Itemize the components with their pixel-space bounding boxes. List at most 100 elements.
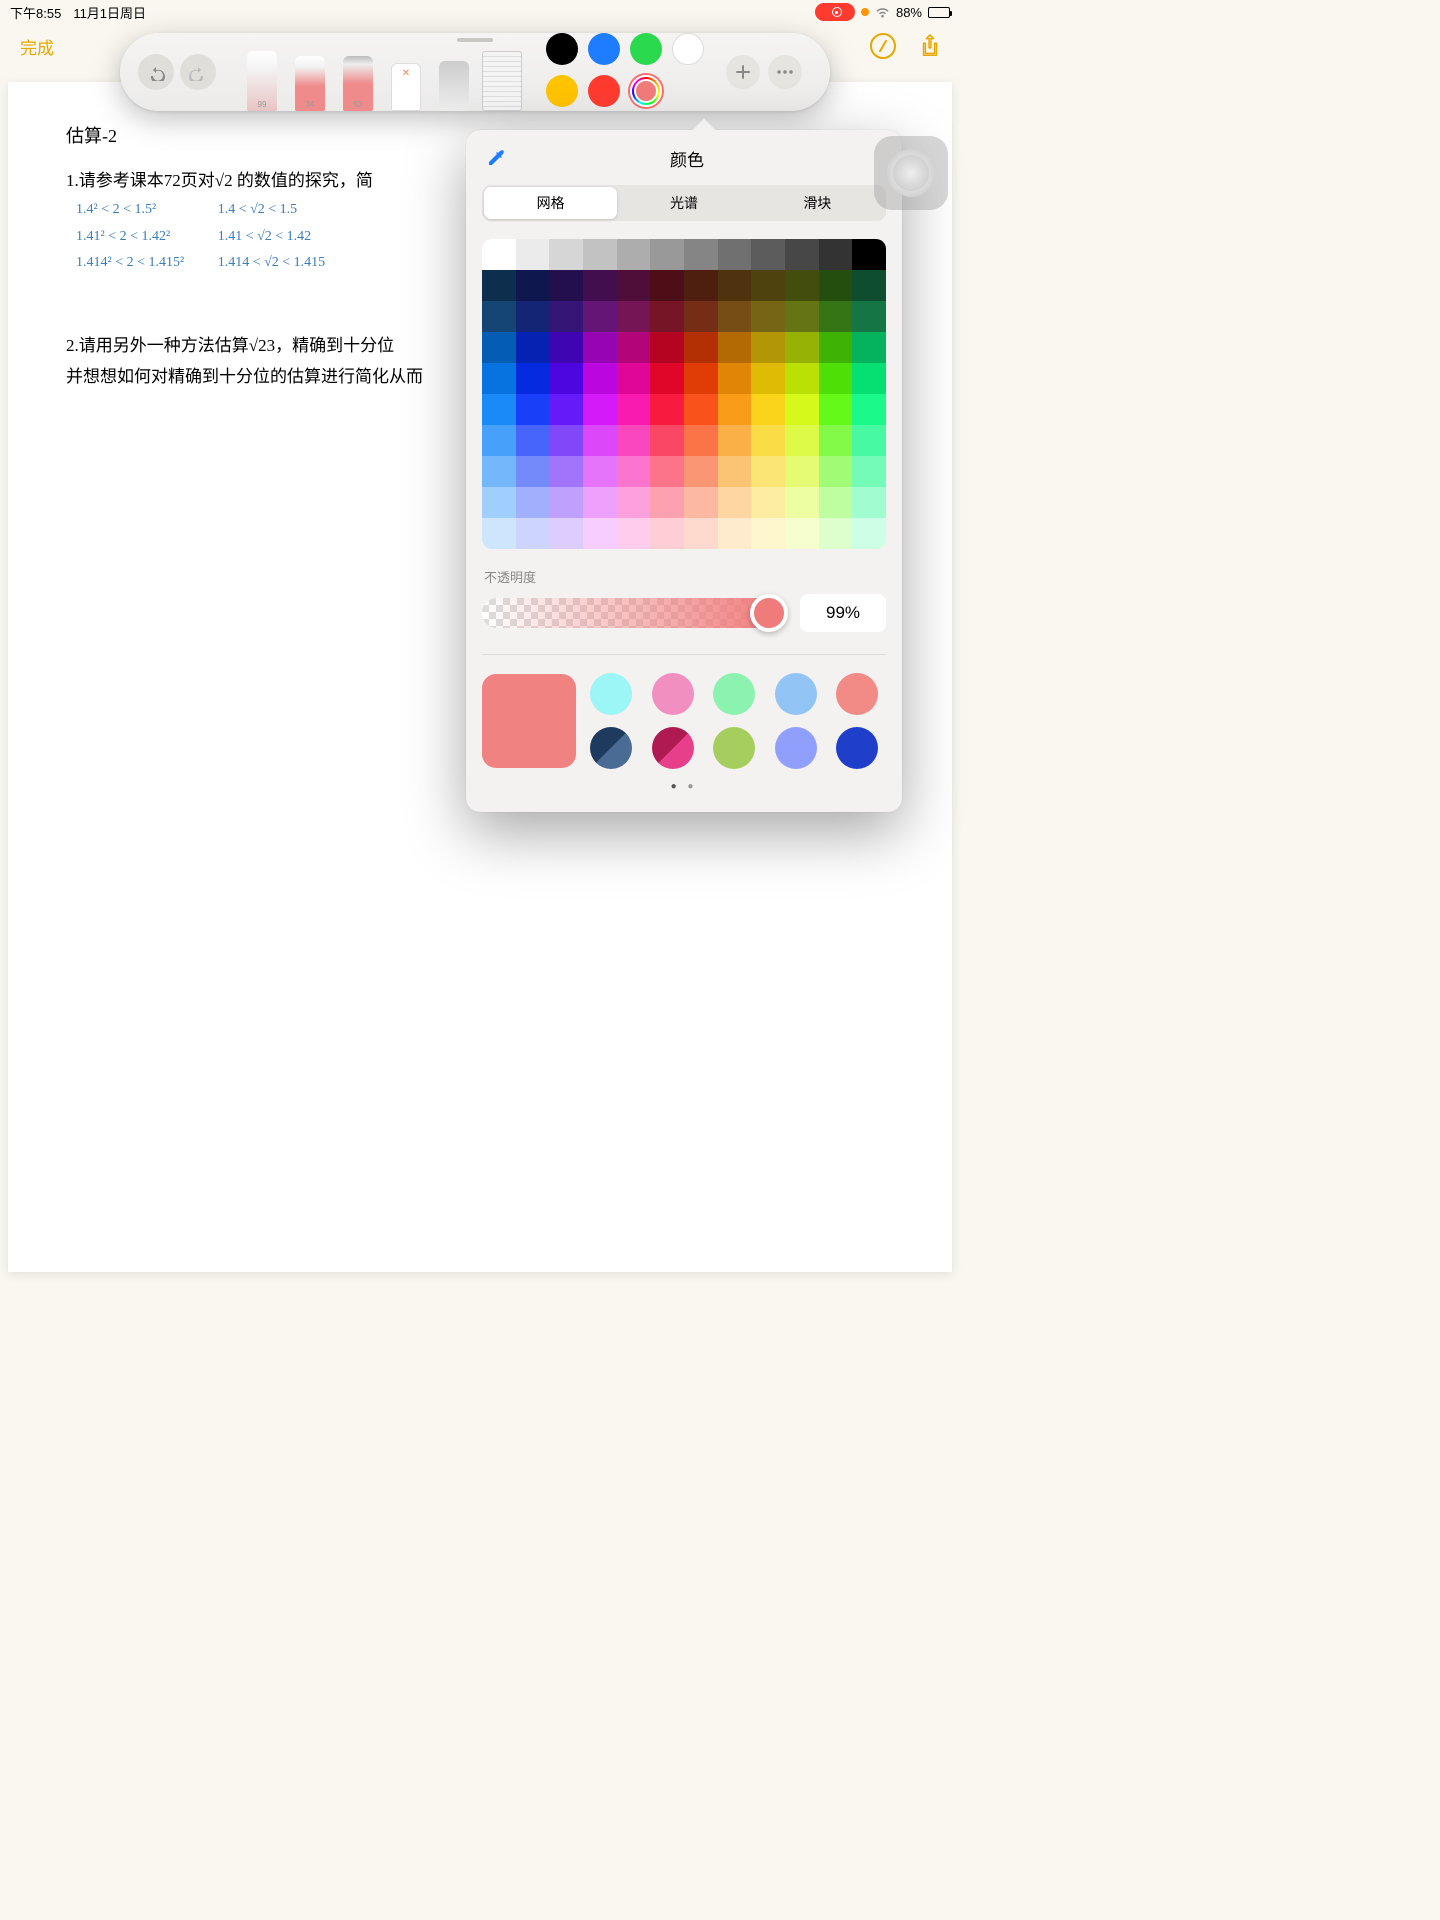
markup-icon[interactable] [870,33,896,59]
grid-cell[interactable] [549,270,583,301]
grid-cell[interactable] [583,425,617,456]
preset-swatch[interactable] [590,673,632,715]
grid-cell[interactable] [482,301,516,332]
grid-cell[interactable] [684,363,718,394]
undo-button[interactable] [138,54,174,90]
preset-swatch[interactable] [775,727,817,769]
grid-cell[interactable] [650,239,684,270]
grid-cell[interactable] [852,239,886,270]
grid-cell[interactable] [684,270,718,301]
grid-cell[interactable] [785,456,819,487]
grid-cell[interactable] [819,487,853,518]
grid-cell[interactable] [482,487,516,518]
grid-cell[interactable] [482,456,516,487]
grid-cell[interactable] [549,301,583,332]
grid-cell[interactable] [583,487,617,518]
grid-cell[interactable] [549,239,583,270]
grid-cell[interactable] [482,239,516,270]
grid-cell[interactable] [819,239,853,270]
grid-cell[interactable] [852,270,886,301]
grid-cell[interactable] [650,394,684,425]
grid-cell[interactable] [718,487,752,518]
grid-cell[interactable] [751,363,785,394]
grid-cell[interactable] [684,332,718,363]
grid-cell[interactable] [819,270,853,301]
grid-cell[interactable] [751,270,785,301]
swatch-black[interactable] [546,33,578,65]
lasso-tool[interactable] [434,33,474,111]
grid-cell[interactable] [751,332,785,363]
grid-cell[interactable] [684,394,718,425]
grid-cell[interactable] [516,394,550,425]
grid-cell[interactable] [751,487,785,518]
grid-cell[interactable] [785,425,819,456]
grid-cell[interactable] [482,363,516,394]
grid-cell[interactable] [785,518,819,549]
preset-swatch[interactable] [652,727,694,769]
grid-cell[interactable] [819,301,853,332]
grid-cell[interactable] [650,332,684,363]
grid-cell[interactable] [819,518,853,549]
grid-cell[interactable] [516,301,550,332]
redo-button[interactable] [180,54,216,90]
grid-cell[interactable] [785,301,819,332]
grid-cell[interactable] [819,425,853,456]
swatch-custom-color[interactable] [630,75,662,107]
grid-cell[interactable] [852,518,886,549]
swatch-white[interactable] [672,33,704,65]
grid-cell[interactable] [617,425,651,456]
grid-cell[interactable] [549,425,583,456]
grid-cell[interactable] [617,363,651,394]
grid-cell[interactable] [718,518,752,549]
grid-cell[interactable] [684,425,718,456]
grid-cell[interactable] [516,425,550,456]
grid-cell[interactable] [583,518,617,549]
grid-cell[interactable] [516,456,550,487]
grid-cell[interactable] [684,487,718,518]
grid-cell[interactable] [852,456,886,487]
grid-cell[interactable] [617,456,651,487]
tab-spectrum[interactable]: 光谱 [617,187,750,219]
grid-cell[interactable] [852,394,886,425]
grid-cell[interactable] [684,239,718,270]
more-button[interactable] [768,55,802,89]
grid-cell[interactable] [549,456,583,487]
grid-cell[interactable] [617,332,651,363]
grid-cell[interactable] [482,270,516,301]
grid-cell[interactable] [650,301,684,332]
grid-cell[interactable] [650,270,684,301]
opacity-slider-knob[interactable] [750,594,788,632]
grid-cell[interactable] [482,518,516,549]
grid-cell[interactable] [718,332,752,363]
grid-cell[interactable] [583,394,617,425]
grid-cell[interactable] [751,301,785,332]
swatch-red[interactable] [588,75,620,107]
grid-cell[interactable] [583,332,617,363]
grid-cell[interactable] [852,301,886,332]
grid-cell[interactable] [516,270,550,301]
grid-cell[interactable] [516,363,550,394]
preset-swatch[interactable] [652,673,694,715]
grid-cell[interactable] [549,394,583,425]
grid-cell[interactable] [684,456,718,487]
tab-sliders[interactable]: 滑块 [751,187,884,219]
grid-cell[interactable] [583,239,617,270]
ruler-tool[interactable] [482,51,522,111]
grid-cell[interactable] [617,239,651,270]
grid-cell[interactable] [819,394,853,425]
grid-cell[interactable] [516,518,550,549]
grid-cell[interactable] [819,363,853,394]
pen-tool[interactable]: 99 [242,33,282,111]
grid-cell[interactable] [650,425,684,456]
highlighter-tool[interactable]: 34 [290,33,330,111]
grid-cell[interactable] [650,518,684,549]
grid-cell[interactable] [549,487,583,518]
grid-cell[interactable] [650,363,684,394]
grid-cell[interactable] [684,518,718,549]
grid-cell[interactable] [549,518,583,549]
eraser-tool[interactable] [386,33,426,111]
grid-cell[interactable] [852,332,886,363]
grid-cell[interactable] [718,394,752,425]
grid-cell[interactable] [516,487,550,518]
grid-cell[interactable] [751,518,785,549]
